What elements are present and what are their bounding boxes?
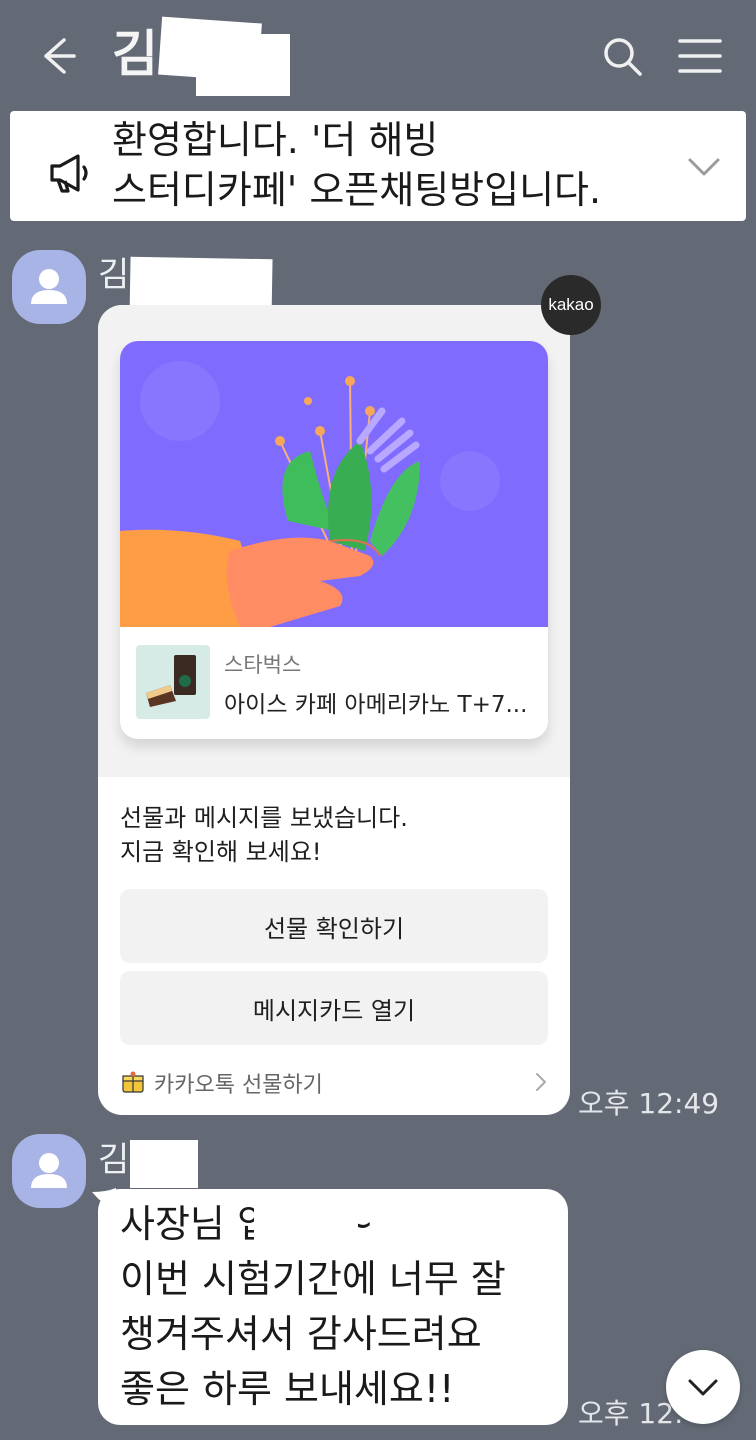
kakao-badge: kakao <box>541 275 601 335</box>
scroll-to-bottom-button[interactable] <box>666 1350 740 1424</box>
open-message-card-button[interactable]: 메시지카드 열기 <box>120 971 548 1045</box>
back-arrow-icon[interactable] <box>30 30 82 82</box>
profile-person-icon <box>31 269 67 304</box>
redaction <box>196 34 290 96</box>
chevron-down-icon <box>688 1379 718 1396</box>
product-brand: 스타벅스 <box>224 653 302 677</box>
message-bubble[interactable]: 사장님 입니다~ 이번 시험기간에 너무 잘 챙겨주셔서 감사드려요 좋은 하루… <box>98 1189 568 1425</box>
product-thumbnail <box>136 645 210 719</box>
redaction <box>130 1140 198 1188</box>
megaphone-icon <box>44 147 96 199</box>
chat-title: 김 <box>112 25 158 83</box>
hamburger-menu-icon[interactable] <box>676 32 724 80</box>
gift-box-icon <box>120 1069 146 1095</box>
product-name: 아이스 카페 아메리카노 T+7... <box>224 692 528 718</box>
avatar[interactable] <box>12 1134 86 1208</box>
avatar[interactable] <box>12 250 86 324</box>
chevron-right-icon[interactable] <box>530 1069 552 1095</box>
gift-product-card[interactable]: 스타벅스 아이스 카페 아메리카노 T+7... <box>120 341 548 739</box>
sender-name: 김 <box>98 255 130 295</box>
redaction <box>254 1199 358 1253</box>
gift-illustration <box>120 341 548 627</box>
kakaotalk-gift-link[interactable]: 카카오톡 선물하기 <box>154 1067 323 1099</box>
check-gift-button[interactable]: 선물 확인하기 <box>120 889 548 963</box>
profile-person-icon <box>31 1153 67 1188</box>
chevron-down-icon[interactable] <box>684 147 724 187</box>
gift-message: 선물과 메시지를 보냈습니다. 지금 확인해 보세요! <box>120 804 408 866</box>
gift-card[interactable]: 스타벅스 아이스 카페 아메리카노 T+7... 선물과 메시지를 보냈습니다.… <box>98 305 570 1115</box>
search-icon[interactable] <box>598 32 646 80</box>
notice-text: 환영합니다. '더 해빙 스터디카페' 오픈채팅방입니다. <box>112 118 602 212</box>
notice-banner[interactable]: 환영합니다. '더 해빙 스터디카페' 오픈채팅방입니다. <box>10 111 746 221</box>
message-time: 오후 12:49 <box>578 1087 720 1120</box>
sender-name: 김 <box>98 1140 130 1180</box>
